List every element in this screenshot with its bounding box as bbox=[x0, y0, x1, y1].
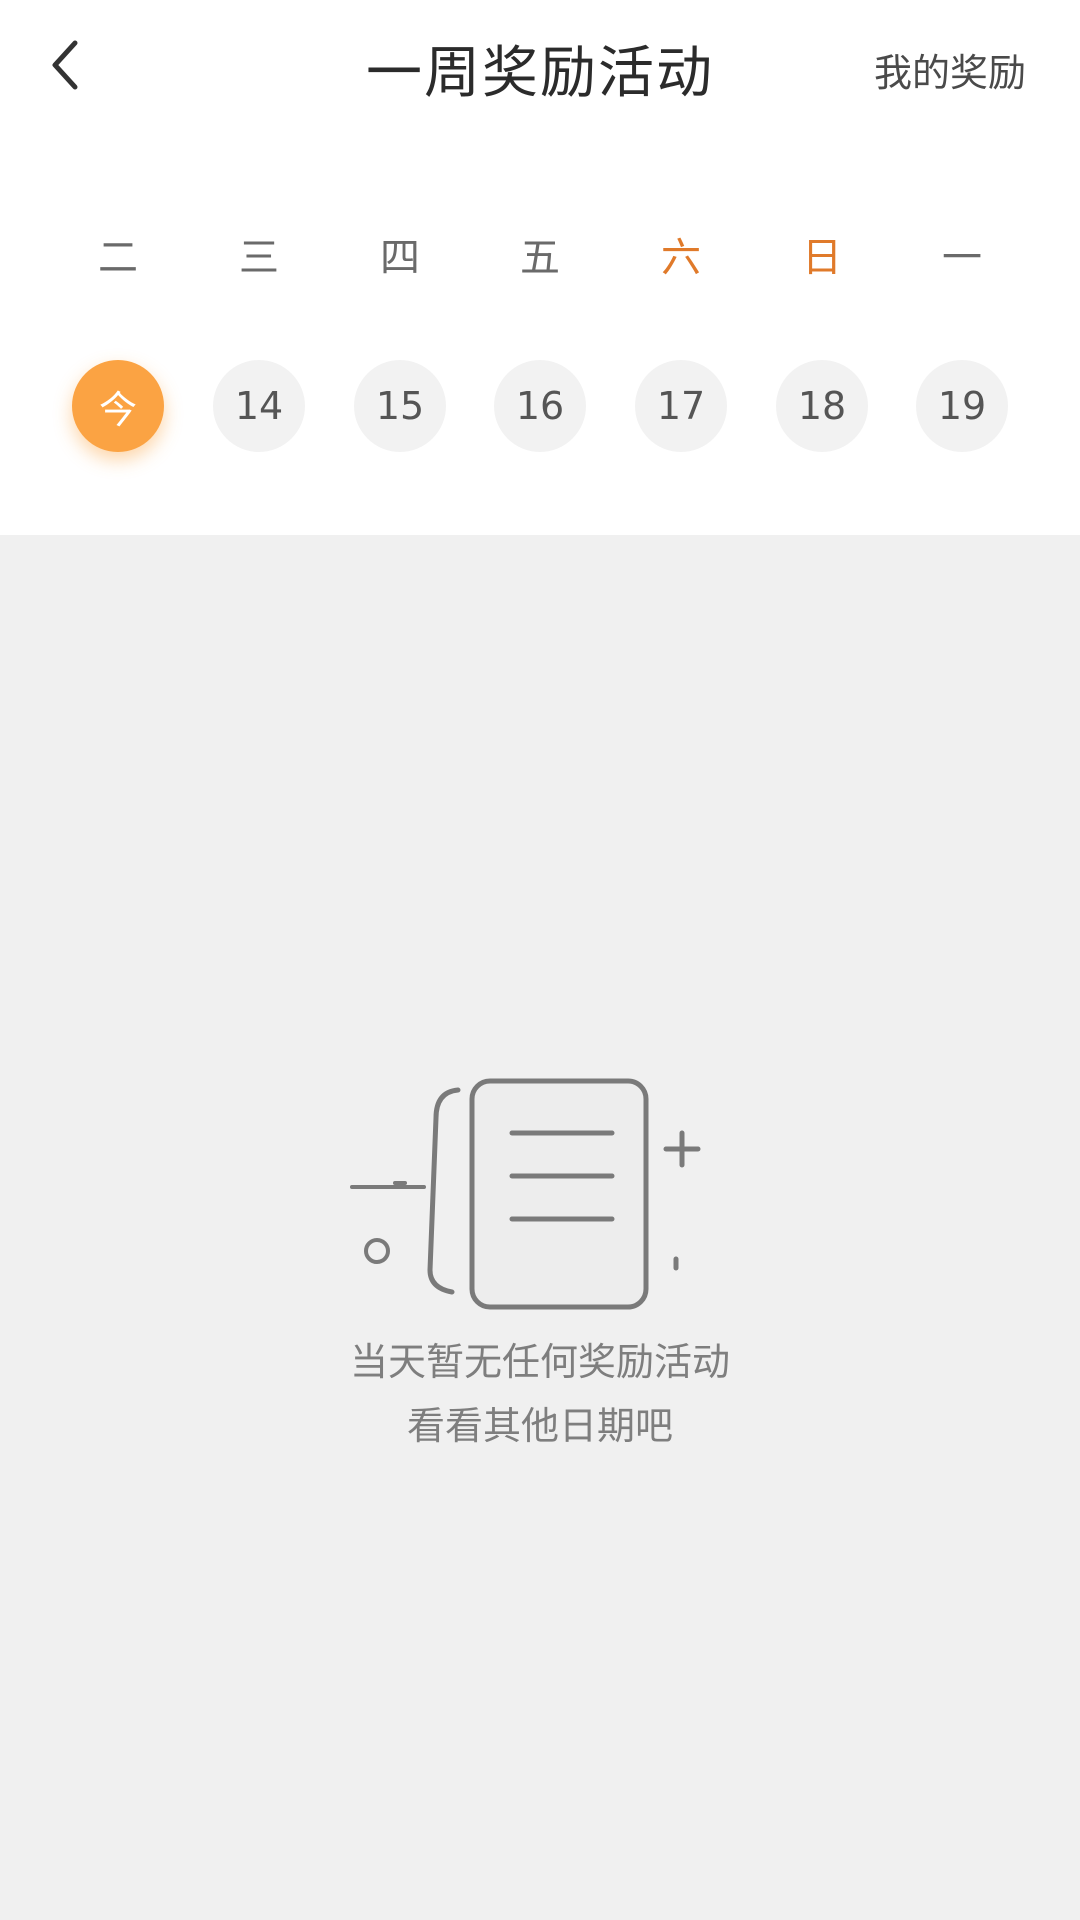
empty-message-line-1: 当天暂无任何奖励活动 bbox=[349, 1340, 730, 1384]
my-rewards-link[interactable]: 我的奖励 bbox=[874, 42, 1026, 97]
header-panel: 一周奖励活动 我的奖励 二 三 四 五 六 日 一 今 14 15 16 17 18 19 bbox=[0, 0, 1080, 535]
empty-message: 当天暂无任何奖励活动 看看其他日期吧 bbox=[0, 1330, 1080, 1458]
date-button[interactable]: 15 bbox=[354, 360, 446, 452]
weekday-label: 三 bbox=[239, 235, 279, 281]
weekday-label: 四 bbox=[380, 235, 420, 281]
weekday-row: 二三四五六日一 bbox=[0, 225, 1080, 285]
weekday-label: 六 bbox=[661, 235, 701, 281]
nav-bar: 一周奖励活动 我的奖励 bbox=[0, 0, 1080, 130]
empty-state: 当天暂无任何奖励活动 看看其他日期吧 bbox=[0, 1070, 1080, 1458]
weekday-label: 一 bbox=[942, 235, 982, 281]
weekday-label: 五 bbox=[520, 235, 560, 281]
date-button[interactable]: 19 bbox=[916, 360, 1008, 452]
weekday-label: 日 bbox=[802, 235, 842, 281]
date-button[interactable]: 17 bbox=[635, 360, 727, 452]
date-button[interactable]: 14 bbox=[213, 360, 305, 452]
date-row: 今 14 15 16 17 18 19 bbox=[0, 360, 1080, 455]
chevron-left-icon bbox=[45, 35, 85, 95]
back-button[interactable] bbox=[30, 25, 100, 105]
weekday-label: 二 bbox=[98, 235, 138, 281]
date-button[interactable]: 18 bbox=[776, 360, 868, 452]
date-button[interactable]: 16 bbox=[494, 360, 586, 452]
document-icon bbox=[0, 1070, 1080, 1330]
empty-message-line-2: 看看其他日期吧 bbox=[406, 1404, 673, 1448]
date-today-button[interactable]: 今 bbox=[72, 360, 164, 452]
